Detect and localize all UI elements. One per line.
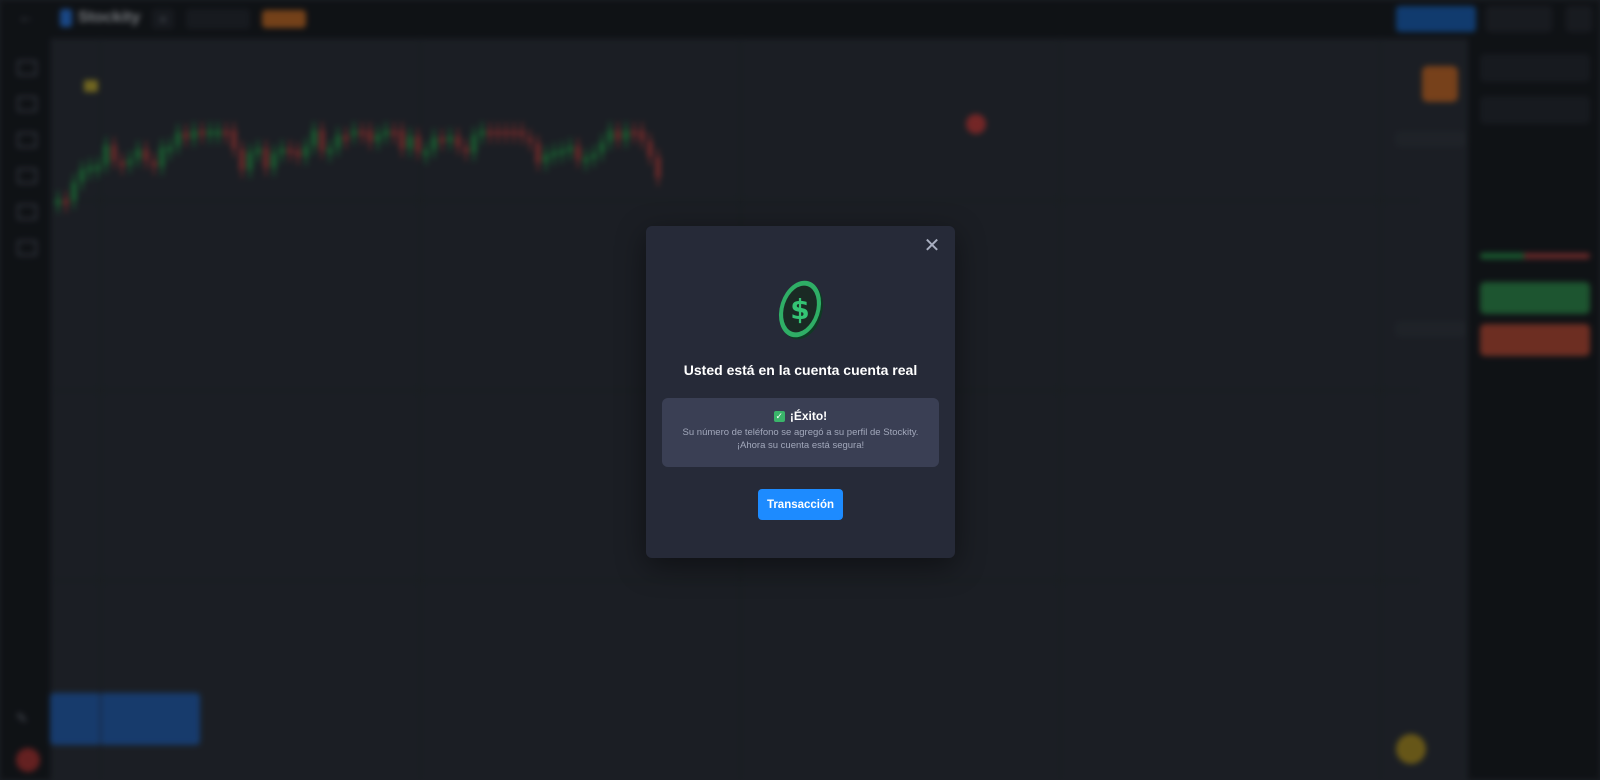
- account-modal: ✕ $ Usted está en la cuenta cuenta real …: [646, 226, 955, 558]
- svg-text:$: $: [790, 293, 809, 326]
- check-icon: ✓: [773, 410, 785, 422]
- success-title: ¡Éxito!: [789, 409, 828, 423]
- modal-title: Usted está en la cuenta cuenta real: [683, 362, 918, 378]
- transaction-button[interactable]: Transacción: [758, 489, 843, 520]
- success-line-1: Su número de teléfono se agregó a su per…: [682, 427, 919, 438]
- dollar-coin-icon: $: [776, 280, 826, 342]
- success-header: ✓ ¡Éxito!: [662, 409, 939, 423]
- success-line-2: ¡Ahora su cuenta está segura!: [736, 440, 865, 451]
- close-icon[interactable]: ✕: [922, 236, 942, 256]
- success-notice: ✓ ¡Éxito! Su número de teléfono se agreg…: [662, 398, 939, 467]
- success-message: Su número de teléfono se agregó a su per…: [662, 426, 939, 452]
